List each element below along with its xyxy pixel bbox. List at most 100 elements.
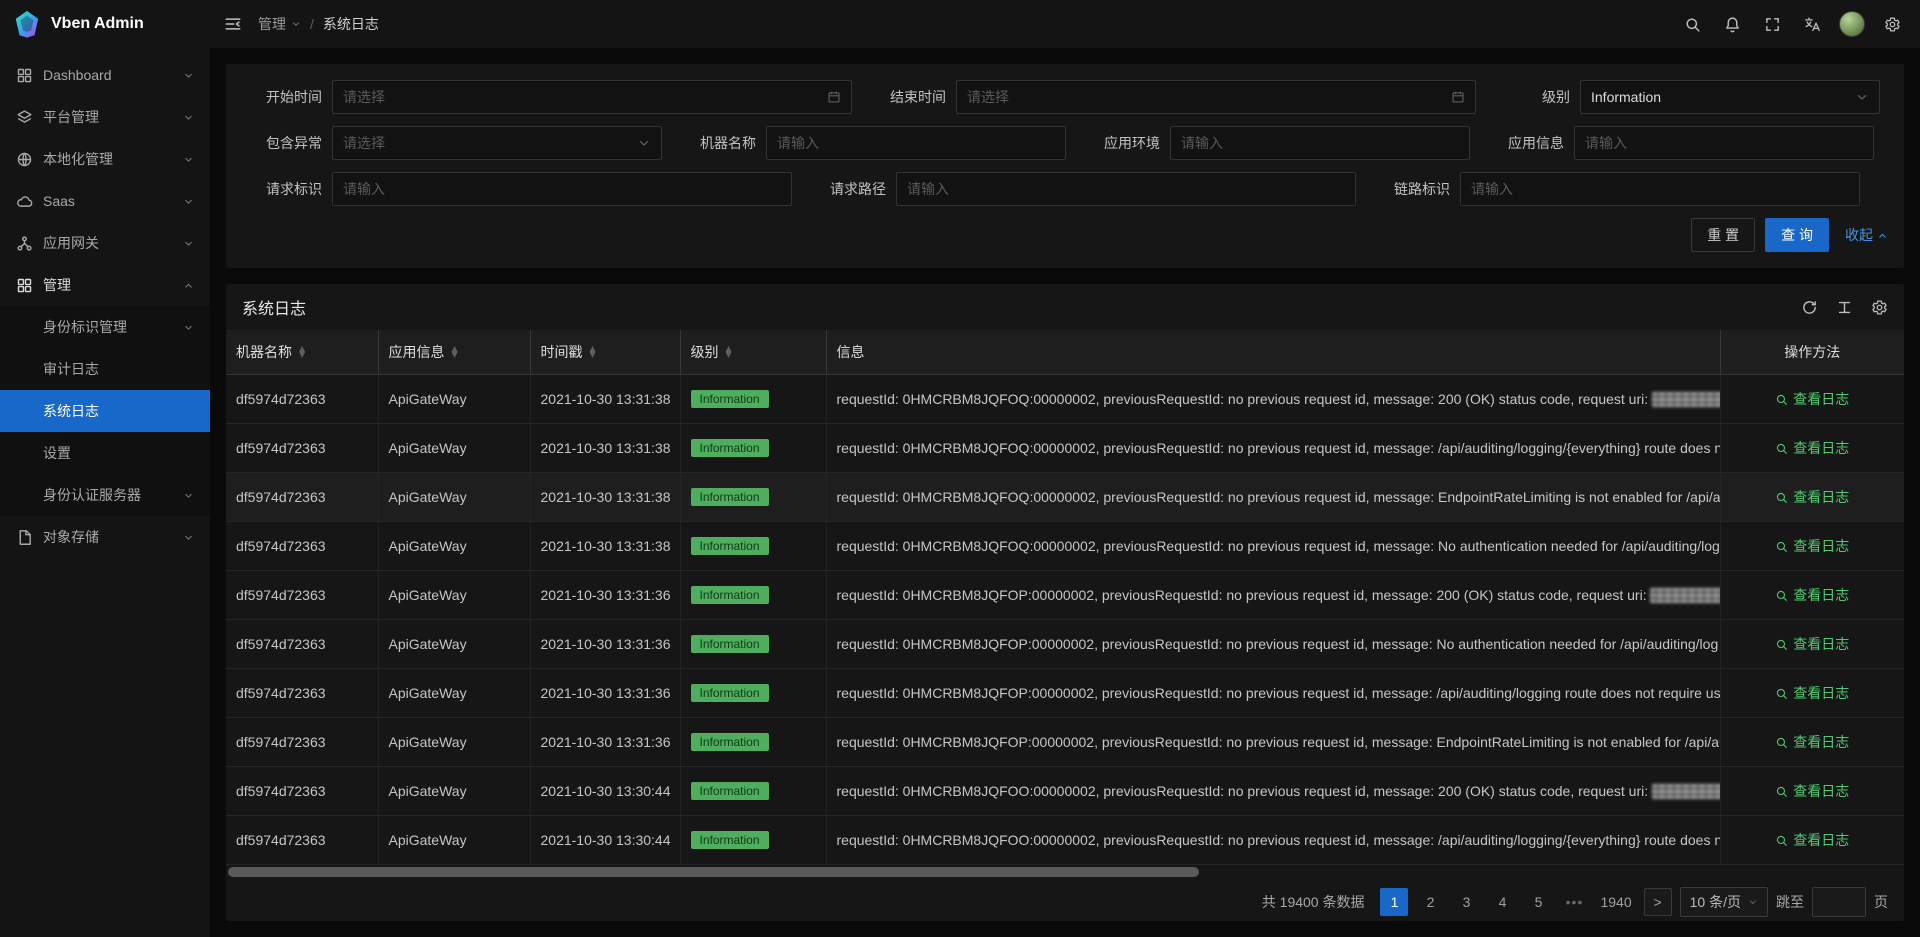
horizontal-scrollbar-thumb[interactable] [228,867,1199,877]
sidebar-item-manage[interactable]: 管理 [0,264,210,306]
filter-end-time-input[interactable] [967,89,1443,105]
filter-app-info-input[interactable] [1585,135,1863,151]
filter-form: 开始时间结束时间级别Information包含异常请选择机器名称应用环境应用信息… [242,80,1888,206]
pagination-page-1940[interactable]: 1940 [1596,888,1635,916]
view-log-button[interactable]: 查看日志 [1775,781,1849,801]
sidebar-item-platform[interactable]: 平台管理 [0,96,210,138]
filter-field-has-exception: 包含异常请选择 [242,126,662,160]
column-settings-icon[interactable] [1871,299,1888,316]
cell-timestamp: 2021-10-30 13:31:38 [530,424,680,473]
cell-message: requestId: 0HMCRBM8JQFOP:00000002, previ… [826,571,1720,620]
fullscreen-icon[interactable] [1752,0,1792,48]
sort-carets-icon[interactable]: ▲▼ [299,346,305,358]
chevron-down-icon [1748,897,1758,907]
sidebar-item-saas[interactable]: Saas [0,180,210,222]
reset-button[interactable]: 重 置 [1691,218,1755,252]
breadcrumb-section[interactable]: 管理 [258,14,301,34]
table-row[interactable]: df5974d72363ApiGateWay2021-10-30 13:31:3… [226,522,1904,571]
settings-gear-icon[interactable] [1872,0,1912,48]
sort-carets-icon[interactable]: ▲▼ [452,346,458,358]
query-button[interactable]: 查 询 [1765,218,1829,252]
cell-level: Information [680,816,826,865]
notification-bell-icon[interactable] [1712,0,1752,48]
row-height-icon[interactable] [1836,299,1853,316]
column-header-0[interactable]: 机器名称▲▼ [226,330,378,375]
sidebar-item-gateway[interactable]: 应用网关 [0,222,210,264]
column-header-3[interactable]: 级别▲▼ [680,330,826,375]
cell-app-info: ApiGateWay [378,522,530,571]
table-row[interactable]: df5974d72363ApiGateWay2021-10-30 13:31:3… [226,620,1904,669]
sidebar-item-object-storage[interactable]: 对象存储 [0,516,210,558]
submenu-manage: 身份标识管理审计日志系统日志设置身份认证服务器 [0,306,210,516]
sort-carets-icon[interactable]: ▲▼ [590,346,596,358]
pagination-page-3[interactable]: 3 [1452,888,1480,916]
user-avatar[interactable] [1832,0,1872,48]
sidebar-item-settings[interactable]: 设置 [0,432,210,474]
chevron-down-icon [183,322,194,333]
cell-actions: 查看日志 [1720,473,1904,522]
sidebar-item-dashboard[interactable]: Dashboard [0,54,210,96]
filter-app-env-input[interactable] [1170,126,1470,160]
sidebar-item-identity-management[interactable]: 身份标识管理 [0,306,210,348]
filter-app-info-input[interactable] [1574,126,1874,160]
view-log-button[interactable]: 查看日志 [1775,585,1849,605]
table-row[interactable]: df5974d72363ApiGateWay2021-10-30 13:31:3… [226,571,1904,620]
pagination-next-button[interactable]: > [1644,888,1672,916]
cell-level: Information [680,669,826,718]
table-row[interactable]: df5974d72363ApiGateWay2021-10-30 13:30:4… [226,767,1904,816]
page-size-select[interactable]: 10 条/页 [1680,887,1768,917]
filter-start-time-date[interactable] [332,80,852,114]
pagination-page-1[interactable]: 1 [1380,888,1408,916]
filter-request-id-input[interactable] [332,172,792,206]
filter-machine-name-input[interactable] [766,126,1066,160]
table-row[interactable]: df5974d72363ApiGateWay2021-10-30 13:31:3… [226,669,1904,718]
filter-has-exception-select[interactable]: 请选择 [332,126,662,160]
filter-request-path-input[interactable] [896,172,1356,206]
cell-timestamp: 2021-10-30 13:30:44 [530,816,680,865]
translate-icon[interactable] [1792,0,1832,48]
view-log-button[interactable]: 查看日志 [1775,536,1849,556]
cell-level: Information [680,473,826,522]
menu-fold-icon[interactable] [224,15,242,33]
cell-message: requestId: 0HMCRBM8JQFOQ:00000002, previ… [826,375,1720,424]
filter-start-time-input[interactable] [343,89,819,105]
filter-app-env-input[interactable] [1181,135,1459,151]
table-row[interactable]: df5974d72363ApiGateWay2021-10-30 13:30:4… [226,816,1904,865]
table-row[interactable]: df5974d72363ApiGateWay2021-10-30 13:31:3… [226,424,1904,473]
pagination-page-2[interactable]: 2 [1416,888,1444,916]
filter-request-id-input[interactable] [343,181,781,197]
column-header-1[interactable]: 应用信息▲▼ [378,330,530,375]
view-log-button[interactable]: 查看日志 [1775,389,1849,409]
collapse-button[interactable]: 收起 [1845,225,1888,245]
sidebar-item-localization[interactable]: 本地化管理 [0,138,210,180]
view-log-button[interactable]: 查看日志 [1775,487,1849,507]
filter-end-time-date[interactable] [956,80,1476,114]
refresh-icon[interactable] [1801,299,1818,316]
table-row[interactable]: df5974d72363ApiGateWay2021-10-30 13:31:3… [226,473,1904,522]
horizontal-scrollbar[interactable] [228,867,1902,877]
pagination-page-5[interactable]: 5 [1524,888,1552,916]
logo[interactable]: Vben Admin [0,0,210,48]
view-log-button[interactable]: 查看日志 [1775,683,1849,703]
sidebar-item-auth-server[interactable]: 身份认证服务器 [0,474,210,516]
filter-machine-name-input[interactable] [777,135,1055,151]
filter-trace-id-input[interactable] [1471,181,1849,197]
search-icon[interactable] [1672,0,1712,48]
filter-request-path-input[interactable] [907,181,1345,197]
view-log-button[interactable]: 查看日志 [1775,732,1849,752]
filter-label-app-info: 应用信息 [1484,133,1564,153]
filter-actions: 重 置 查 询 收起 [242,218,1888,252]
view-log-button[interactable]: 查看日志 [1775,634,1849,654]
view-log-button[interactable]: 查看日志 [1775,438,1849,458]
pagination-page-4[interactable]: 4 [1488,888,1516,916]
view-log-button[interactable]: 查看日志 [1775,830,1849,850]
filter-trace-id-input[interactable] [1460,172,1860,206]
sidebar-item-audit-logs[interactable]: 审计日志 [0,348,210,390]
column-header-2[interactable]: 时间戳▲▼ [530,330,680,375]
table-row[interactable]: df5974d72363ApiGateWay2021-10-30 13:31:3… [226,718,1904,767]
jump-to-input[interactable] [1812,887,1866,917]
filter-level-select[interactable]: Information [1580,80,1880,114]
sidebar-item-system-logs[interactable]: 系统日志 [0,390,210,432]
sort-carets-icon[interactable]: ▲▼ [726,346,732,358]
table-row[interactable]: df5974d72363ApiGateWay2021-10-30 13:31:3… [226,375,1904,424]
